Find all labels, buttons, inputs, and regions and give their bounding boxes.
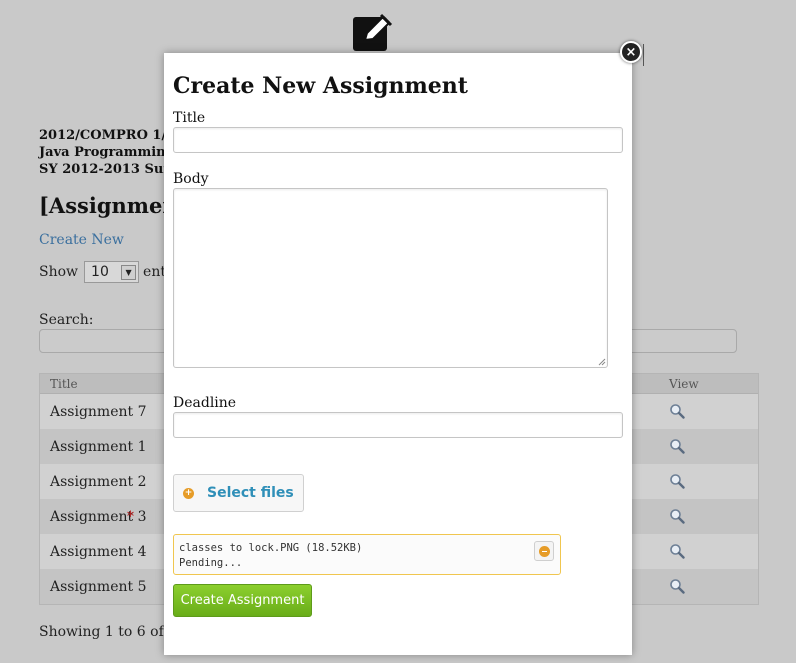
column-title[interactable]: Title bbox=[50, 377, 78, 391]
title-label: Title bbox=[173, 110, 206, 126]
assignment-title[interactable]: Assignment 2 bbox=[50, 474, 147, 490]
body-textarea[interactable] bbox=[173, 188, 608, 368]
magnifier-icon[interactable] bbox=[669, 578, 685, 594]
upload-queue-item: classes to lock.PNG (18.52KB) Pending... bbox=[173, 534, 561, 575]
assignment-title[interactable]: Assignment 5 bbox=[50, 579, 147, 595]
entries-select-value: 10 bbox=[91, 264, 109, 280]
create-assignment-button[interactable]: Create Assignment bbox=[173, 584, 312, 617]
magnifier-icon[interactable] bbox=[669, 543, 685, 559]
new-indicator: * bbox=[127, 509, 134, 525]
create-new-link[interactable]: Create New bbox=[39, 232, 124, 248]
text-cursor bbox=[643, 44, 644, 66]
magnifier-icon[interactable] bbox=[669, 438, 685, 454]
assignment-title[interactable]: Assignment 1 bbox=[50, 439, 147, 455]
file-name: classes to lock.PNG (18.52KB) bbox=[179, 542, 363, 554]
minus-icon bbox=[538, 545, 550, 557]
magnifier-icon[interactable] bbox=[669, 473, 685, 489]
body-label: Body bbox=[173, 171, 209, 187]
remove-file-button[interactable] bbox=[534, 541, 554, 561]
select-files-label: Select files bbox=[207, 485, 294, 501]
show-label: Show bbox=[39, 264, 79, 280]
close-icon[interactable]: × bbox=[620, 41, 642, 63]
search-label: Search: bbox=[39, 312, 94, 328]
file-status: Pending... bbox=[179, 557, 243, 569]
assignment-title[interactable]: Assignment 4 bbox=[50, 544, 147, 560]
select-files-button[interactable]: + Select files bbox=[173, 474, 304, 512]
magnifier-icon[interactable] bbox=[669, 508, 685, 524]
entries-select[interactable]: 10 ▼ bbox=[84, 261, 140, 283]
edit-logo-icon bbox=[353, 13, 397, 55]
magnifier-icon[interactable] bbox=[669, 403, 685, 419]
assignment-title[interactable]: Assignment 7 bbox=[50, 404, 147, 420]
resize-grip-icon[interactable] bbox=[598, 358, 606, 366]
create-assignment-dialog: Create New Assignment Title Body Deadlin… bbox=[164, 53, 632, 655]
dialog-title: Create New Assignment bbox=[173, 73, 468, 99]
title-input[interactable] bbox=[173, 127, 623, 153]
chevron-down-icon: ▼ bbox=[121, 264, 137, 280]
deadline-label: Deadline bbox=[173, 395, 237, 411]
plus-icon: + bbox=[183, 487, 194, 499]
column-view[interactable]: View bbox=[669, 377, 699, 391]
deadline-input[interactable] bbox=[173, 412, 623, 438]
